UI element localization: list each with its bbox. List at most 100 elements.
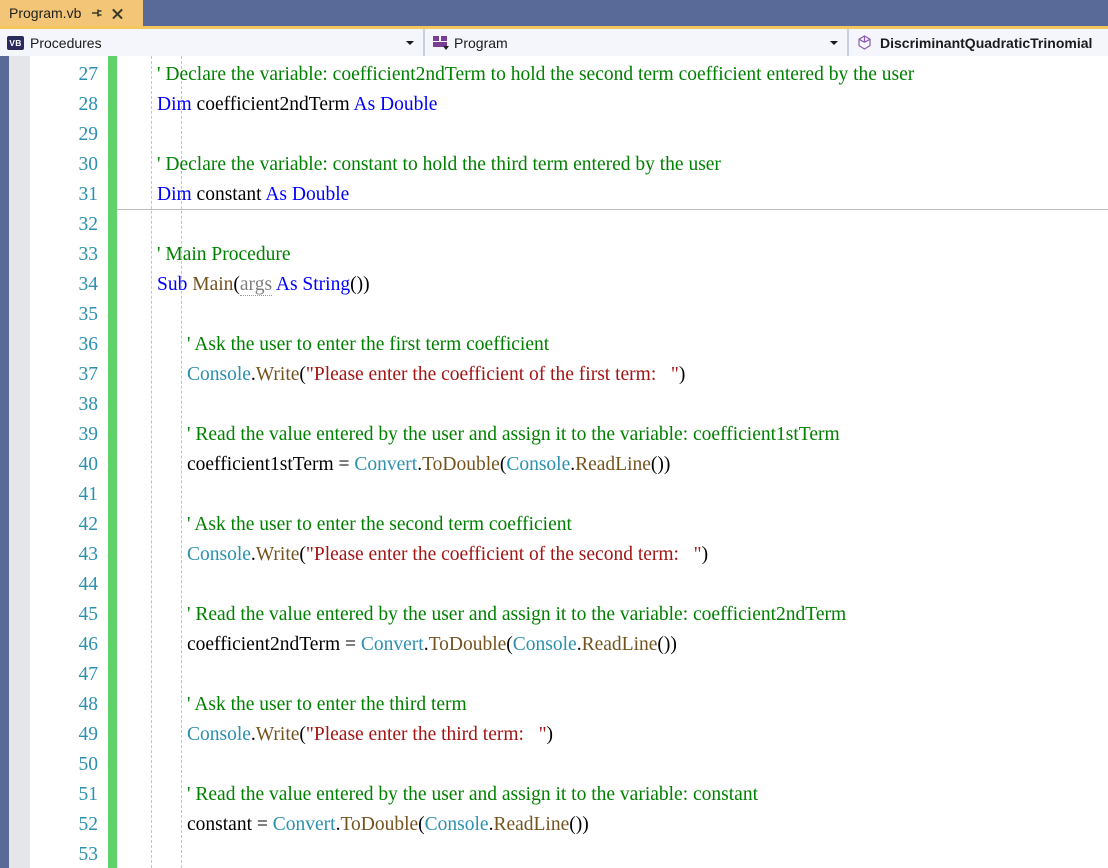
line-number: 44: [78, 574, 99, 595]
dropdown-member-label: DiscriminantQuadraticTrinomial: [880, 34, 1093, 51]
code-token-plain: ): [546, 724, 554, 745]
dropdown-type[interactable]: Program: [424, 29, 848, 56]
chevron-down-icon[interactable]: [406, 41, 414, 45]
close-icon[interactable]: [111, 7, 124, 20]
code-token-type: Convert: [272, 814, 336, 835]
code-token-plain: (: [233, 274, 240, 295]
code-token-method: Write: [255, 724, 300, 745]
code-token-keyword: As Double: [265, 184, 350, 205]
code-line[interactable]: Dim coefficient2ndTerm As Double: [157, 90, 437, 120]
line-number-gutter: 27 28 29 30 31 32 33 34 35 36 37 38 39 40 41 42 43 44 45 46…: [30, 56, 108, 868]
vb-file-icon: VB: [7, 35, 24, 50]
chevron-down-icon[interactable]: [830, 41, 838, 45]
code-token-comment: ' Ask the user to enter the third term: [187, 694, 467, 715]
code-token-keyword: Sub: [157, 274, 188, 295]
code-token-plain: ): [701, 544, 709, 565]
code-token-type: Console: [187, 724, 251, 745]
method-cube-icon: [856, 34, 873, 51]
code-token-string: "Please enter the third term: ": [305, 724, 547, 745]
line-number: 53: [78, 844, 99, 865]
code-line[interactable]: Console.Write("Please enter the third te…: [187, 720, 553, 750]
code-line[interactable]: Console.Write("Please enter the coeffici…: [187, 540, 708, 570]
code-token-type: Console: [187, 544, 251, 565]
change-bar-margin: [108, 56, 117, 868]
code-token-plain: coefficient2ndTerm: [191, 94, 354, 115]
code-token-comment: ' Ask the user to enter the first term c…: [187, 334, 550, 355]
tab-program-vb[interactable]: Program.vb: [0, 0, 143, 26]
code-token-type: Console: [187, 364, 251, 385]
code-token-type: Console: [512, 634, 577, 655]
code-token-method: Write: [255, 364, 300, 385]
line-number: 43: [78, 544, 99, 565]
line-number: 29: [78, 124, 99, 145]
line-number: 40: [78, 454, 99, 475]
code-token-type: Convert: [360, 634, 424, 655]
line-number: 38: [78, 394, 99, 415]
line-number: 27: [78, 64, 99, 85]
line-number: 48: [78, 694, 99, 715]
code-token-plain: ()): [350, 274, 370, 295]
dropdown-type-label: Program: [454, 34, 508, 51]
line-number: 39: [78, 424, 99, 445]
code-line[interactable]: ' Read the value entered by the user and…: [187, 600, 846, 630]
editor-tab-strip: Program.vb: [0, 0, 1108, 26]
code-token-param: args: [239, 274, 273, 296]
code-line[interactable]: coefficient2ndTerm = Convert.ToDouble(Co…: [187, 630, 677, 660]
code-token-type: Console: [506, 454, 571, 475]
line-number: 32: [78, 214, 99, 235]
outlining-margin[interactable]: [117, 56, 251, 868]
code-token-plain: ()): [650, 454, 671, 475]
code-line[interactable]: Sub Main(args As String()): [157, 270, 370, 300]
code-line[interactable]: ' Ask the user to enter the first term c…: [187, 330, 549, 360]
code-line[interactable]: coefficient1stTerm = Convert.ToDouble(Co…: [187, 450, 670, 480]
dropdown-member[interactable]: DiscriminantQuadraticTrinomial: [848, 29, 1108, 56]
line-number: 36: [78, 334, 99, 355]
indicator-margin[interactable]: [9, 56, 30, 868]
code-token-method: Main: [192, 274, 234, 295]
code-token-plain: ()): [569, 814, 589, 835]
code-token-comment: ' Read the value entered by the user and…: [187, 424, 840, 445]
code-token-comment: ' Declare the variable: coefficient2ndTe…: [157, 64, 915, 85]
code-token-keyword: Dim: [157, 94, 192, 115]
code-token-comment: ' Read the value entered by the user and…: [187, 784, 758, 805]
line-number: 47: [78, 664, 99, 685]
code-token-string: "Please enter the coefficient of the fir…: [305, 364, 679, 385]
code-token-plain: constant: [191, 184, 266, 205]
code-line[interactable]: ' Read the value entered by the user and…: [187, 780, 758, 810]
editor-left-accent-strip: [0, 56, 9, 868]
code-line[interactable]: Console.Write("Please enter the coeffici…: [187, 360, 685, 390]
code-token-method: ToDouble: [422, 454, 500, 475]
code-line[interactable]: ' Ask the user to enter the third term: [187, 690, 467, 720]
code-token-keyword: Dim: [157, 184, 192, 205]
code-token-plain: ()): [657, 634, 677, 655]
line-number: 37: [78, 364, 99, 385]
line-number: 46: [78, 634, 99, 655]
code-line[interactable]: constant = Convert.ToDouble(Console.Read…: [187, 810, 589, 840]
code-line[interactable]: ' Declare the variable: constant to hold…: [157, 150, 721, 180]
code-line[interactable]: ' Main Procedure: [157, 240, 290, 270]
code-token-type: Console: [424, 814, 489, 835]
code-token-comment: ' Read the value entered by the user and…: [187, 604, 847, 625]
line-number: 41: [78, 484, 99, 505]
code-token-type: Convert: [354, 454, 418, 475]
code-token-plain: constant =: [187, 814, 273, 835]
line-number: 28: [78, 94, 99, 115]
line-number: 42: [78, 514, 99, 535]
line-number: 33: [78, 244, 99, 265]
code-line[interactable]: ' Ask the user to enter the second term …: [187, 510, 572, 540]
code-token-method: ReadLine: [493, 814, 570, 835]
pin-icon[interactable]: [90, 6, 104, 20]
module-icon: [432, 35, 450, 51]
dropdown-procedures-label: Procedures: [30, 34, 102, 51]
code-line[interactable]: ' Read the value entered by the user and…: [187, 420, 840, 450]
code-editor[interactable]: 27 28 29 30 31 32 33 34 35 36 37 38 39 40 41 42 43 44 45 46…: [0, 56, 1108, 868]
code-token-method: ReadLine: [581, 634, 658, 655]
code-text-surface[interactable]: ' Declare the variable: coefficient2ndTe…: [139, 56, 1108, 868]
code-line[interactable]: ' Declare the variable: coefficient2ndTe…: [157, 60, 914, 90]
line-number: 35: [78, 304, 99, 325]
line-number: 50: [78, 754, 99, 775]
tab-title: Program.vb: [9, 5, 82, 21]
dropdown-procedures[interactable]: VB Procedures: [0, 29, 424, 56]
code-line[interactable]: Dim constant As Double: [157, 180, 349, 210]
code-token-method: Write: [255, 544, 300, 565]
